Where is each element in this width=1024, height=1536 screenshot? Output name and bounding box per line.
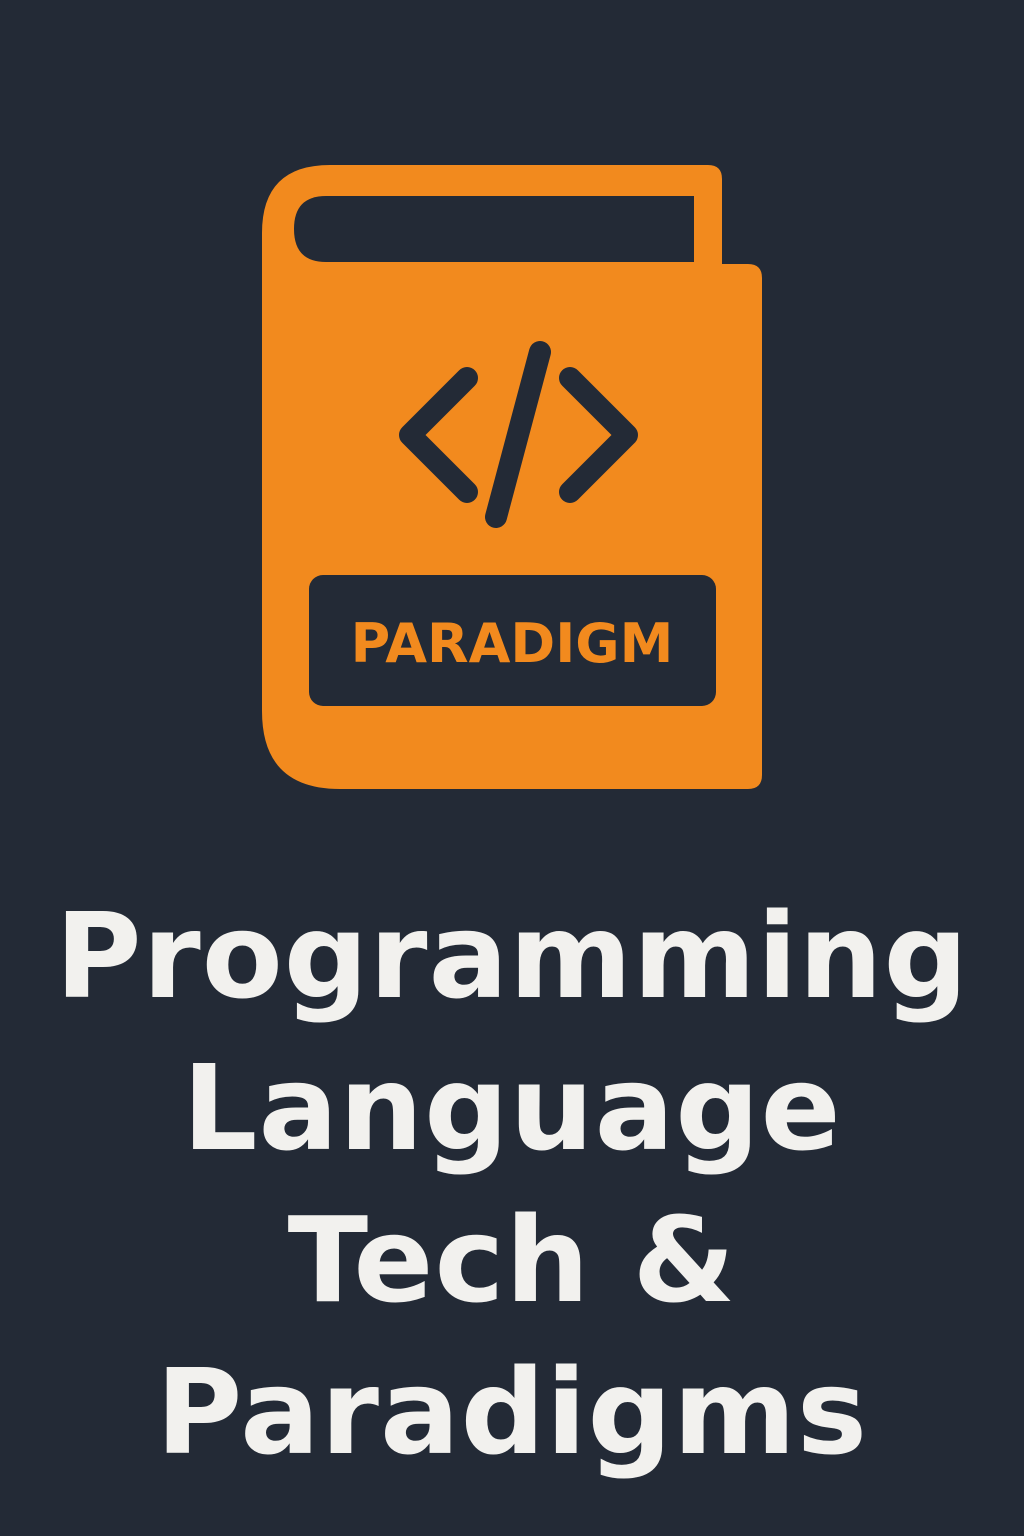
title-line-3: Tech & [287,1191,737,1329]
title-line-2: Language [182,1039,842,1177]
code-book-icon: PARADIGM [262,165,762,789]
title-line-1: Programming [55,887,969,1025]
title-line-4: Paradigms [155,1343,869,1481]
page-title: Programming Language Tech & Paradigms [0,880,1024,1488]
badge-label: PARADIGM [351,612,674,675]
book-pages-shape [294,196,694,262]
logo: PARADIGM [0,0,1024,860]
